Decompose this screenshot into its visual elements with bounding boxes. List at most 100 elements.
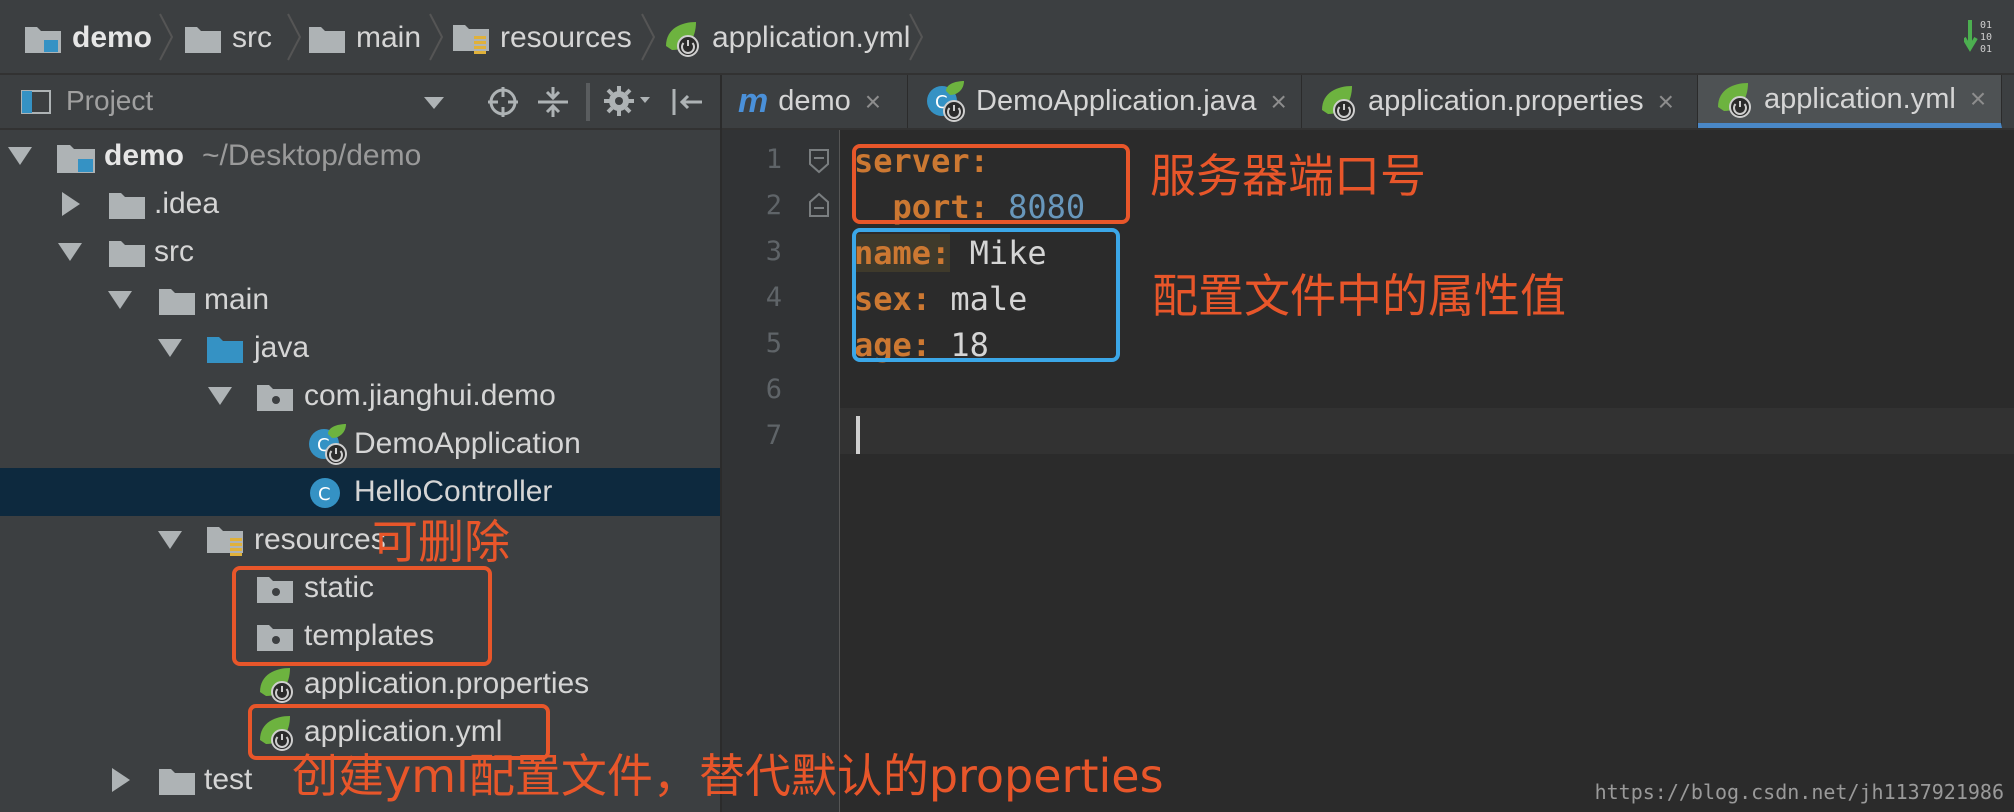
tree-node-demo[interactable]: demo ~/Desktop/demo <box>0 132 720 180</box>
folder-icon <box>185 26 221 53</box>
spring-boot-icon <box>666 21 699 57</box>
tab-demo[interactable]: m demo × <box>722 75 908 128</box>
svg-text:10: 10 <box>1980 32 1992 43</box>
create-yml-annotation: 创建yml配置文件，替代默认的properties <box>292 749 1164 803</box>
expand-arrow-icon[interactable] <box>158 531 182 549</box>
class-icon: C <box>310 478 340 508</box>
project-view-selector[interactable]: Project <box>66 85 153 117</box>
project-panel-title: Project <box>66 85 154 116</box>
breadcrumb-separator <box>159 13 174 61</box>
close-icon[interactable]: × <box>865 86 881 118</box>
tree-node-label: HelloController <box>354 475 553 508</box>
line-number: 1 <box>765 144 782 175</box>
breadcrumb-item-main[interactable]: main <box>308 0 421 75</box>
resources-folder-icon <box>453 24 489 54</box>
tree-node-application-properties[interactable]: application.properties <box>0 660 720 708</box>
expand-arrow-icon[interactable] <box>208 387 232 405</box>
tree-node-label: .idea <box>154 187 220 220</box>
editor-gutter: 1 2 3 4 5 6 7 <box>722 130 840 812</box>
breadcrumb-label: application.yml <box>712 20 911 54</box>
spring-boot-class-icon: C <box>927 80 965 122</box>
tree-node-label: src <box>154 235 194 268</box>
expand-arrow-icon[interactable] <box>158 339 182 357</box>
collapse-all-icon[interactable] <box>536 85 570 119</box>
tree-node-demoapplication[interactable]: C DemoApplication <box>0 420 720 468</box>
maven-m-icon: m <box>738 82 769 120</box>
expand-arrow-icon[interactable] <box>58 243 82 261</box>
svg-text:01: 01 <box>1980 20 1992 31</box>
resources-folder-icon <box>207 527 243 556</box>
tab-label: application.properties <box>1368 85 1644 117</box>
tree-node-label: resources <box>254 523 386 556</box>
deletable-annotation: 可删除 <box>372 515 510 569</box>
close-icon[interactable]: × <box>1658 86 1674 118</box>
binary-update-icon[interactable]: 01 10 01 <box>1962 18 2004 61</box>
tree-node-path: ~/Desktop/demo <box>202 139 422 172</box>
folder-icon <box>159 769 195 795</box>
breadcrumb-label: main <box>356 20 422 54</box>
svg-text:01: 01 <box>1980 44 1992 55</box>
deletable-folders-highlight-box <box>232 566 492 666</box>
tree-node-label: java <box>254 331 310 364</box>
folder-icon <box>109 241 145 267</box>
breadcrumb-item-resources[interactable]: resources <box>452 0 632 75</box>
breadcrumb-item-demo[interactable]: demo <box>24 0 152 75</box>
breadcrumb-separator <box>909 13 924 61</box>
tree-node-resources[interactable]: resources <box>0 516 720 564</box>
project-panel-header: Project <box>0 75 720 130</box>
editor-tab-bar: m demo × C DemoApplication.java × applic… <box>722 75 2014 130</box>
source-folder-icon <box>207 337 243 363</box>
folder-icon <box>309 26 345 53</box>
fold-marker-icon[interactable] <box>808 148 830 174</box>
tree-node-hellocontroller[interactable]: C HelloController <box>0 468 720 516</box>
line-number: 2 <box>765 190 782 221</box>
close-icon[interactable]: × <box>1270 86 1286 118</box>
breadcrumb-label: src <box>232 20 272 54</box>
tab-application-yml[interactable]: application.yml × <box>1698 75 2002 128</box>
project-view-icon <box>21 90 51 114</box>
config-values-annotation: 配置文件中的属性值 <box>1152 269 1566 323</box>
tree-node-java[interactable]: java <box>0 324 720 372</box>
tree-node-idea[interactable]: .idea <box>0 180 720 228</box>
locate-icon[interactable] <box>486 85 520 119</box>
line-number: 5 <box>765 328 782 359</box>
folder-icon <box>159 289 195 315</box>
spring-boot-icon <box>260 668 293 703</box>
tree-node-src[interactable]: src <box>0 228 720 276</box>
settings-gear-icon[interactable] <box>602 83 656 119</box>
breadcrumb-item-application-yml[interactable]: application.yml <box>662 0 910 75</box>
spring-boot-icon <box>1718 83 1751 118</box>
folder-icon <box>109 193 145 219</box>
tab-label: demo <box>778 85 851 117</box>
server-port-highlight-box <box>852 144 1130 224</box>
breadcrumb-label: demo <box>72 20 153 54</box>
breadcrumb-separator <box>429 13 444 61</box>
tree-node-package[interactable]: com.jianghui.demo <box>0 372 720 420</box>
line-number: 7 <box>765 420 782 451</box>
tab-label: application.yml <box>1764 82 1956 115</box>
server-port-annotation: 服务器端口号 <box>1150 149 1426 203</box>
expand-arrow-icon[interactable] <box>8 147 32 165</box>
breadcrumb-item-src[interactable]: src <box>184 0 272 75</box>
tab-demoapplication-java[interactable]: C DemoApplication.java × <box>908 75 1302 128</box>
breadcrumb-separator <box>641 13 656 61</box>
tree-node-label: com.jianghui.demo <box>304 379 556 412</box>
close-icon[interactable]: × <box>1970 83 1986 115</box>
hide-panel-icon[interactable] <box>670 85 704 119</box>
tree-node-main[interactable]: main <box>0 276 720 324</box>
expand-arrow-icon[interactable] <box>108 291 132 309</box>
tab-application-properties[interactable]: application.properties × <box>1302 75 1698 128</box>
toolbar-divider <box>586 83 590 121</box>
navigation-breadcrumb: demo src main resources application.yml … <box>0 0 2014 75</box>
chevron-down-icon[interactable] <box>424 97 444 109</box>
line-number: 4 <box>765 282 782 313</box>
module-folder-icon <box>57 145 95 173</box>
collapse-arrow-icon[interactable] <box>62 192 80 216</box>
line-number: 3 <box>765 236 782 267</box>
spring-boot-class-icon: C <box>309 424 347 465</box>
spring-boot-icon <box>1322 85 1355 121</box>
fold-end-marker-icon[interactable] <box>808 192 830 218</box>
breadcrumb-label: resources <box>500 20 632 54</box>
collapse-arrow-icon[interactable] <box>112 768 130 792</box>
tree-node-label: DemoApplication <box>354 427 581 460</box>
